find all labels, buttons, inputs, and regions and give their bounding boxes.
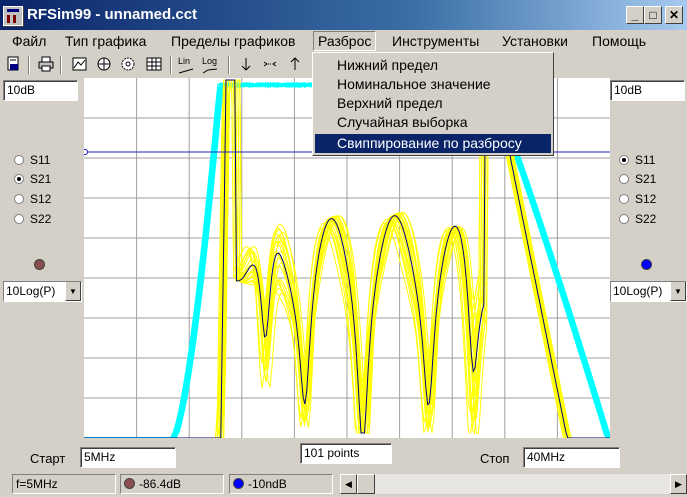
menu-help[interactable]: Помощь [588, 32, 650, 50]
status-right-value: -10ndB [229, 474, 333, 494]
menu-bar: Файл Тип графика Пределы графиков Разбро… [0, 30, 687, 52]
maximize-button[interactable]: □ [644, 6, 662, 24]
left-radio-s11[interactable]: S11 [14, 151, 50, 169]
dd-nominal-value[interactable]: Номинальное значение [315, 75, 551, 94]
app-icon[interactable] [3, 6, 23, 26]
radio-icon [14, 214, 24, 224]
menu-graph-limits[interactable]: Пределы графиков [167, 32, 299, 50]
start-label: Старт [30, 451, 66, 466]
table-icon[interactable] [144, 56, 164, 74]
right-radio-s22[interactable]: S22 [619, 210, 656, 228]
dd-lower-limit[interactable]: Нижний предел [315, 56, 551, 75]
right-mode-select[interactable]: 10Log(P) ▼ [610, 281, 687, 302]
menu-tolerance[interactable]: Разброс [313, 31, 377, 51]
dd-random-sample[interactable]: Случайная выборка [315, 113, 551, 132]
minimize-button[interactable]: _ [626, 6, 644, 24]
left-radio-s22[interactable]: S22 [14, 210, 51, 228]
points-field[interactable]: 101 points [300, 443, 392, 464]
smith-chart-icon[interactable] [94, 56, 114, 74]
title-bar: RFSim99 - unnamed.cct _ □ ✕ [0, 0, 687, 30]
right-radio-label: S21 [635, 172, 657, 186]
arrow-up-icon[interactable] [285, 56, 305, 74]
rect-plot-icon[interactable] [70, 56, 90, 74]
window-title: RFSim99 - unnamed.cct [27, 6, 198, 23]
left-trace-color-dot [34, 259, 45, 270]
right-radio-s21[interactable]: S21 [619, 170, 656, 188]
chevron-down-icon[interactable]: ▼ [670, 282, 686, 301]
dd-tolerance-sweep[interactable]: Свиппирование по разбросу [315, 134, 551, 153]
right-color-dot-icon [233, 478, 244, 489]
right-radio-label: S22 [635, 212, 657, 226]
zoom-in-icon[interactable] [260, 56, 280, 74]
left-radio-label: S21 [30, 172, 52, 186]
stop-input[interactable]: 40MHz [523, 447, 620, 468]
reference-marker [82, 149, 88, 155]
left-radio-s12[interactable]: S12 [14, 190, 51, 208]
left-radio-label: S11 [30, 153, 51, 167]
chevron-down-icon[interactable]: ▼ [65, 282, 81, 301]
polar-chart-icon[interactable] [118, 56, 138, 74]
print-icon[interactable] [36, 56, 56, 74]
radio-icon [619, 194, 629, 204]
right-mode-value: 10Log(P) [613, 284, 663, 298]
scroll-left-icon[interactable]: ◀ [340, 474, 357, 494]
menu-settings[interactable]: Установки [498, 32, 572, 50]
lin-scale-icon[interactable]: Lin [178, 56, 198, 74]
arrow-down-icon[interactable] [236, 56, 256, 74]
status-right-text: -10ndB [248, 477, 287, 491]
log-scale-icon[interactable]: Log [202, 56, 222, 74]
left-scale-field[interactable]: 10dB [3, 80, 78, 101]
radio-icon [14, 194, 24, 204]
right-trace-color-dot [641, 259, 652, 270]
radio-icon [14, 155, 24, 165]
left-mode-select[interactable]: 10Log(P) ▼ [3, 281, 82, 302]
start-input[interactable]: 5MHz [80, 447, 176, 468]
scroll-thumb[interactable] [357, 474, 375, 494]
right-radio-label: S12 [635, 192, 657, 206]
dd-upper-limit[interactable]: Верхний предел [315, 94, 551, 113]
radio-icon [619, 214, 629, 224]
right-radio-s11[interactable]: S11 [619, 151, 655, 169]
menu-file[interactable]: Файл [8, 32, 50, 50]
left-radio-label: S12 [30, 192, 52, 206]
frequency-scrollbar[interactable]: ◀ ▶ [340, 474, 687, 494]
radio-icon [619, 174, 629, 184]
radio-icon [619, 155, 629, 165]
scroll-right-icon[interactable]: ▶ [670, 474, 687, 494]
menu-tools[interactable]: Инструменты [388, 32, 483, 50]
right-scale-field[interactable]: 10dB [610, 80, 685, 101]
export-icon[interactable] [4, 56, 24, 74]
close-button[interactable]: ✕ [665, 6, 683, 24]
status-frequency: f=5MHz [12, 474, 116, 494]
left-radio-s21[interactable]: S21 [14, 170, 51, 188]
tolerance-dropdown: Нижний предел Номинальное значение Верхн… [312, 52, 554, 156]
menu-graph-type[interactable]: Тип графика [61, 32, 150, 50]
left-color-dot-icon [124, 478, 135, 489]
status-left-value: -86.4dB [120, 474, 224, 494]
right-radio-s12[interactable]: S12 [619, 190, 656, 208]
stop-label: Стоп [480, 451, 510, 466]
right-radio-label: S11 [635, 153, 656, 167]
radio-icon [14, 174, 24, 184]
lin-label: Lin [178, 56, 191, 66]
log-label: Log [202, 56, 218, 66]
left-radio-label: S22 [30, 212, 52, 226]
left-mode-value: 10Log(P) [6, 284, 56, 298]
status-left-text: -86.4dB [139, 477, 182, 491]
